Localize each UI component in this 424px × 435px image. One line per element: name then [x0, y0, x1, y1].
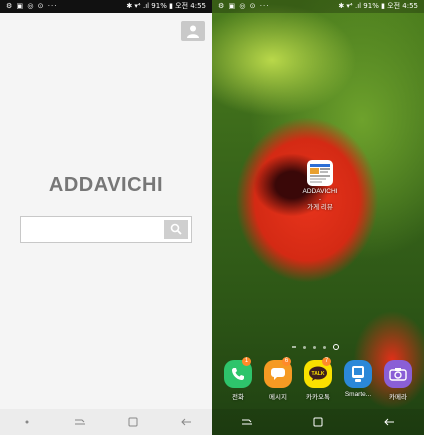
user-icon: [187, 25, 199, 38]
home-icon: [128, 417, 137, 427]
notification-badge: 7: [322, 357, 331, 366]
home-screen: ⚙ ▣ ◎ ⊙ ··· ✱ ▾⁴ .ıl 91% ▮ 오전 4:55 ADDAV…: [212, 0, 424, 435]
recent-apps-button[interactable]: [70, 412, 90, 432]
notification-badge: 1: [242, 357, 251, 366]
camera-icon: [384, 360, 412, 388]
dock-app-camera[interactable]: 카메라: [380, 360, 416, 401]
page-indicator: [292, 344, 339, 350]
message-icon: 6: [264, 357, 292, 388]
dock-app-phone[interactable]: 1 전화: [220, 357, 256, 401]
page-dot-current: [333, 344, 339, 350]
dock-app-label: 전화: [232, 394, 244, 401]
search-input[interactable]: [21, 217, 161, 242]
dock-app-label: 카메라: [389, 394, 407, 401]
back-arrow-icon: [383, 418, 394, 426]
navigation-bar: [212, 409, 424, 435]
phone-icon: 1: [224, 357, 252, 388]
browser-screen: ⚙ ▣ ◎ ⊙ ··· ✱ ▾⁴ .ıl 91% ▮ 오전 4:55 ADDAV…: [0, 0, 212, 435]
browser-shortcut-icon: [307, 160, 333, 186]
dot-icon: [25, 420, 28, 424]
status-left-icons: ⚙ ▣ ◎ ⊙ ···: [218, 2, 270, 10]
dock-app-label: 메시지: [269, 394, 287, 401]
recent-apps-button[interactable]: [237, 412, 257, 432]
nav-dot-button[interactable]: [17, 412, 37, 432]
smartphone-icon: [344, 360, 372, 388]
home-button[interactable]: [308, 412, 328, 432]
shortcut-label: ADDAVICHI - 가게 리뷰: [302, 188, 338, 211]
page-dot: [303, 345, 306, 349]
site-logo: ADDAVICHI: [48, 174, 164, 196]
page-dot: [313, 345, 316, 349]
page-dot: [292, 346, 296, 348]
back-arrow-icon: [180, 418, 191, 426]
home-icon: [313, 417, 323, 427]
search-form: [20, 216, 192, 243]
recent-apps-icon: [242, 419, 253, 425]
kakaotalk-icon: TALK 7: [304, 357, 332, 388]
notification-badge: 6: [282, 357, 291, 366]
dock-app-label: Smarte...: [344, 391, 372, 398]
navigation-bar: [0, 409, 212, 435]
addavichi-shortcut[interactable]: ADDAVICHI - 가게 리뷰: [302, 160, 338, 212]
app-dock: 1 전화 6 메시지 TALK 7 카카오톡 Smarte... 카메라: [212, 357, 424, 401]
search-button[interactable]: [164, 220, 188, 239]
recent-apps-icon: [74, 419, 85, 425]
dock-app-smartphone[interactable]: Smarte...: [340, 360, 376, 401]
status-right-text: ✱ ▾⁴ .ıl 91% ▮ 오전 4:55: [338, 2, 418, 10]
dock-app-kakaotalk[interactable]: TALK 7 카카오톡: [300, 357, 336, 401]
search-icon: [170, 223, 182, 235]
status-left-icons: ⚙ ▣ ◎ ⊙ ···: [6, 2, 58, 10]
back-button[interactable]: [176, 412, 196, 432]
dock-app-messages[interactable]: 6 메시지: [260, 357, 296, 401]
svg-text:TALK: TALK: [312, 371, 325, 377]
dock-app-label: 카카오톡: [306, 394, 330, 401]
status-bar: ⚙ ▣ ◎ ⊙ ··· ✱ ▾⁴ .ıl 91% ▮ 오전 4:55: [0, 0, 212, 13]
page-dot: [323, 345, 326, 349]
status-right-text: ✱ ▾⁴ .ıl 91% ▮ 오전 4:55: [126, 2, 206, 10]
home-button[interactable]: [123, 412, 143, 432]
back-button[interactable]: [379, 412, 399, 432]
account-button[interactable]: [181, 21, 205, 41]
status-bar: ⚙ ▣ ◎ ⊙ ··· ✱ ▾⁴ .ıl 91% ▮ 오전 4:55: [212, 0, 424, 13]
